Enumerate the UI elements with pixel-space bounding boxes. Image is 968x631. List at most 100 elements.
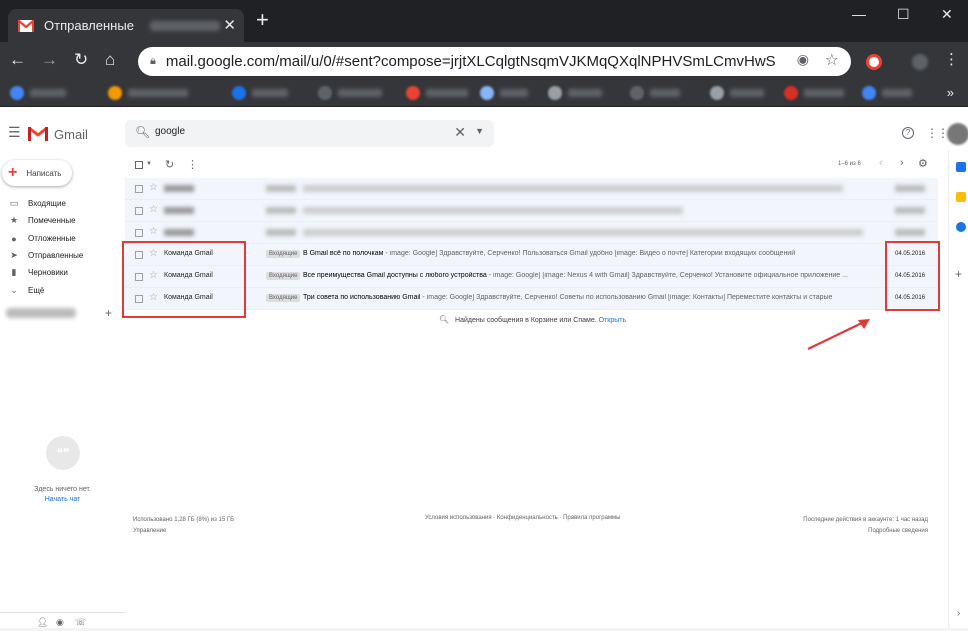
sidebar-item-sent[interactable]: ➤ Отправленные: [0, 247, 125, 264]
email-subject: В Gmail всё по полочкам: [303, 250, 384, 257]
tasks-icon[interactable]: [956, 222, 966, 232]
sidebar-item-snoozed[interactable]: ● Отложенные: [0, 230, 125, 247]
chevron-down-icon[interactable]: ▼: [146, 161, 152, 167]
sidebar-item-starred[interactable]: ★ Помеченные: [0, 212, 125, 229]
clock-icon: ●: [11, 233, 17, 244]
select-all-checkbox[interactable]: [135, 161, 143, 169]
row-checkbox[interactable]: [135, 229, 143, 237]
sidebar-bottom-bar: 👤︎ ◉ ☏: [0, 612, 125, 628]
compose-button[interactable]: + Написать: [2, 160, 72, 186]
details-link[interactable]: Подробные сведения: [803, 526, 928, 537]
table-row[interactable]: ☆: [125, 200, 938, 222]
table-row[interactable]: ☆ Команда Gmail Входящие Все преимуществ…: [125, 266, 938, 288]
chevron-right-icon[interactable]: ›: [957, 608, 960, 619]
label-blurred: [266, 229, 296, 236]
keep-icon[interactable]: [956, 192, 966, 202]
profile-icon[interactable]: [912, 54, 928, 70]
found-text: Найдены сообщения в Корзине или Спаме.: [455, 317, 597, 324]
label-chip[interactable]: Входящие: [266, 294, 301, 302]
extension-icon[interactable]: [866, 54, 882, 70]
star-icon[interactable]: ☆: [149, 182, 158, 193]
star-icon[interactable]: ☆: [825, 50, 839, 70]
reload-icon[interactable]: ↻: [74, 50, 88, 70]
back-arrow-icon[interactable]: ←: [9, 50, 26, 70]
plus-icon[interactable]: +: [105, 306, 112, 320]
chevron-right-icon[interactable]: ›: [900, 157, 904, 169]
lock-icon: 🔒︎: [150, 55, 156, 67]
avatar[interactable]: [947, 123, 968, 145]
sender-blurred: [164, 185, 194, 192]
search-input[interactable]: [155, 126, 435, 137]
page-count: 1–6 из 6: [838, 161, 861, 167]
search-icon: 🔍︎: [438, 315, 450, 324]
eye-icon[interactable]: ◉: [797, 51, 809, 68]
start-chat-link[interactable]: Начать чат: [0, 496, 125, 503]
address-bar[interactable]: 🔒︎ mail.google.com/mail/u/0/#sent?compos…: [138, 47, 851, 76]
row-checkbox[interactable]: [135, 207, 143, 215]
bookmark-item[interactable]: [406, 86, 468, 100]
bookmark-item[interactable]: [480, 86, 528, 100]
compose-label: Написать: [26, 168, 62, 178]
help-icon[interactable]: ?: [902, 127, 914, 139]
email-subject-line: Все преимущества Gmail доступны с любого…: [303, 272, 868, 279]
close-icon[interactable]: ✕: [223, 16, 236, 34]
hangouts-icon: ❝❞: [46, 436, 80, 470]
minimize-icon[interactable]: —: [852, 6, 866, 22]
bookmark-item[interactable]: [784, 86, 844, 100]
bookmark-item[interactable]: [232, 86, 288, 100]
chevron-double-right-icon[interactable]: »: [947, 85, 954, 100]
browser-tab[interactable]: Отправленные ✕: [8, 9, 244, 42]
window-close-icon[interactable]: ✕: [941, 6, 953, 23]
maximize-icon[interactable]: ☐: [897, 6, 910, 23]
gear-icon[interactable]: ⚙: [918, 157, 928, 170]
table-row[interactable]: ☆ Команда Gmail Входящие В Gmail всё по …: [125, 244, 938, 266]
star-icon[interactable]: ☆: [149, 226, 158, 237]
search-icon[interactable]: 🔍︎: [135, 125, 150, 139]
bookmark-item[interactable]: [318, 86, 382, 100]
label-chip[interactable]: Входящие: [266, 272, 301, 280]
sidebar-item-inbox[interactable]: ▭ Входящие: [0, 195, 125, 212]
gmail-logo-icon[interactable]: [28, 126, 48, 141]
hamburger-menu-icon[interactable]: ☰: [8, 124, 21, 141]
sidebar-item-drafts[interactable]: ▮ Черновики: [0, 264, 125, 281]
plus-icon[interactable]: +: [256, 9, 269, 31]
chevron-down-icon[interactable]: ▼: [475, 126, 484, 136]
calendar-icon[interactable]: [956, 162, 966, 172]
manage-link[interactable]: Управление: [133, 526, 234, 537]
send-icon: ➤: [10, 250, 18, 260]
bookmark-item[interactable]: [548, 86, 602, 100]
chevron-left-icon[interactable]: ‹: [879, 157, 883, 169]
url-text[interactable]: mail.google.com/mail/u/0/#sent?compose=j…: [166, 53, 776, 70]
sidebar-item-label: Ещё: [28, 286, 45, 295]
menu-dots-icon[interactable]: ⋮: [944, 50, 959, 68]
activity-info: Последние действия в аккаунте: 1 час наз…: [803, 515, 928, 537]
phone-icon[interactable]: ☏: [75, 617, 86, 628]
refresh-icon[interactable]: ↻: [165, 158, 174, 171]
more-vert-icon[interactable]: ⋮: [187, 158, 198, 171]
bookmark-item[interactable]: [710, 86, 764, 100]
star-icon[interactable]: ☆: [149, 204, 158, 215]
table-row[interactable]: ☆: [125, 178, 938, 200]
gmail-brand[interactable]: Gmail: [54, 127, 88, 142]
forward-arrow-icon[interactable]: →: [41, 50, 58, 70]
bookmark-item[interactable]: [108, 86, 188, 100]
email-snippet: - image: Google] Здравствуйте, Серченко!…: [420, 294, 833, 301]
close-icon[interactable]: ✕: [454, 124, 466, 141]
bookmark-item[interactable]: [10, 86, 66, 100]
row-checkbox[interactable]: [135, 185, 143, 193]
open-link[interactable]: Открыть: [599, 317, 627, 324]
date-blurred: [895, 207, 925, 214]
policy-links[interactable]: Условия использования · Конфиденциальнос…: [425, 515, 621, 521]
home-icon[interactable]: ⌂: [105, 50, 115, 70]
table-row[interactable]: ☆ Команда Gmail Входящие Три совета по и…: [125, 288, 938, 310]
bookmark-item[interactable]: [630, 86, 680, 100]
bookmark-item[interactable]: [862, 86, 912, 100]
label-chip[interactable]: Входящие: [266, 250, 301, 258]
sidebar-item-more[interactable]: ⌄ Ещё: [0, 282, 125, 299]
plus-icon[interactable]: +: [955, 267, 962, 281]
person-icon[interactable]: 👤︎: [37, 617, 48, 628]
hangouts-small-icon[interactable]: ◉: [56, 617, 64, 628]
table-row[interactable]: ☆: [125, 222, 938, 244]
hangouts-account[interactable]: [6, 308, 76, 318]
date-blurred: [895, 185, 925, 192]
